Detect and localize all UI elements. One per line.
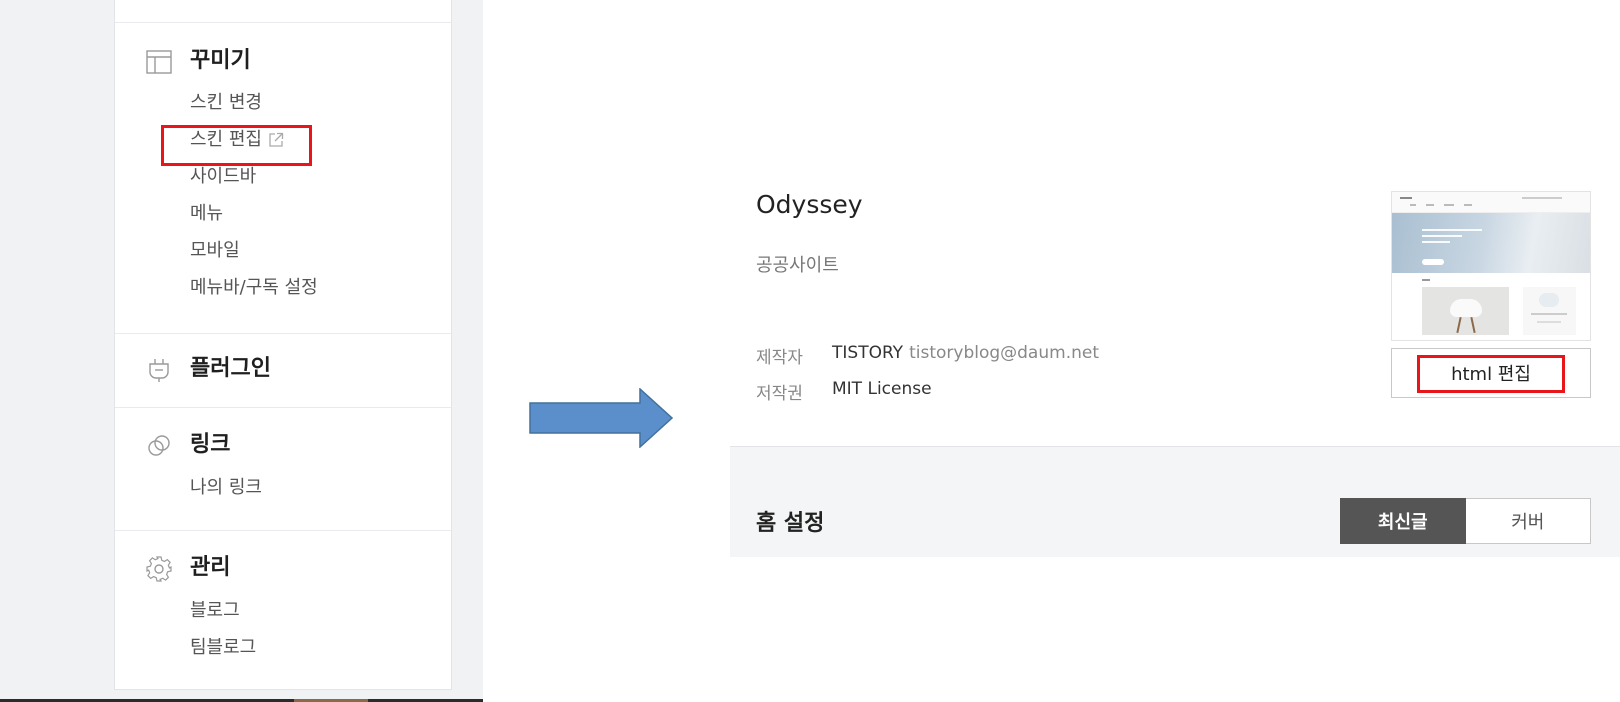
toggle-latest-posts[interactable]: 최신글 [1340, 498, 1466, 544]
admin-sidebar: 꾸미기 스킨 변경 스킨 편집 사이드바 메뉴 모바일 메뉴바/구독 설정 플러… [114, 0, 452, 690]
link-icon [145, 432, 173, 460]
thumb-logo [1400, 197, 1412, 199]
thumb-hero-text [1422, 241, 1450, 243]
sidebar-item-team-blog[interactable]: 팀블로그 [190, 636, 256, 660]
thumb-card [1523, 287, 1576, 335]
skin-edit-highlight-box [161, 125, 312, 166]
author-value: TISTORY tistoryblog@daum.net [832, 343, 1099, 363]
sidebar-item-menu[interactable]: 메뉴 [190, 202, 223, 226]
sidebar-section-plugin[interactable]: 플러그인 [190, 355, 271, 383]
sidebar-section-manage[interactable]: 관리 [190, 554, 230, 582]
author-email: tistoryblog@daum.net [909, 343, 1099, 363]
sidebar-item-my-link[interactable]: 나의 링크 [190, 476, 262, 500]
thumb-hero-text [1422, 235, 1462, 237]
sidebar-section-link[interactable]: 링크 [190, 431, 230, 459]
thumb-section-label [1422, 279, 1430, 281]
gear-icon [145, 555, 173, 583]
thumb-chair-image [1422, 287, 1509, 335]
thumb-header [1392, 192, 1590, 213]
sidebar-item-mobile[interactable]: 모바일 [190, 239, 240, 263]
sidebar-item-sidebar[interactable]: 사이드바 [190, 165, 256, 189]
skin-description: 공공사이트 [756, 255, 839, 276]
sidebar-item-skin-change[interactable]: 스킨 변경 [190, 91, 262, 115]
sidebar-divider [115, 22, 451, 23]
license-value: MIT License [832, 379, 932, 399]
author-name: TISTORY [832, 343, 904, 363]
sidebar-divider [115, 530, 451, 531]
sidebar-divider [115, 333, 451, 334]
plug-icon [145, 356, 173, 384]
sidebar-divider [115, 407, 451, 408]
home-settings-title: 홈 설정 [756, 511, 825, 536]
license-label: 저작권 [756, 384, 803, 404]
sidebar-item-blog[interactable]: 블로그 [190, 599, 240, 623]
thumb-hero-text [1422, 229, 1482, 231]
sidebar-section-decorate[interactable]: 꾸미기 [190, 47, 251, 75]
thumb-hero-image [1392, 213, 1590, 273]
toggle-cover[interactable]: 커버 [1465, 498, 1591, 544]
author-label: 제작자 [756, 348, 803, 368]
home-type-toggle: 최신글 커버 [1340, 498, 1591, 544]
right-arrow [529, 388, 673, 448]
skin-name: Odyssey [756, 190, 863, 219]
sidebar-item-menubar-subscribe[interactable]: 메뉴바/구독 설정 [190, 276, 318, 300]
thumb-hero-button [1422, 259, 1444, 265]
skin-preview-thumbnail [1391, 191, 1591, 341]
layout-icon [145, 48, 173, 76]
html-edit-highlight-box [1417, 355, 1565, 393]
